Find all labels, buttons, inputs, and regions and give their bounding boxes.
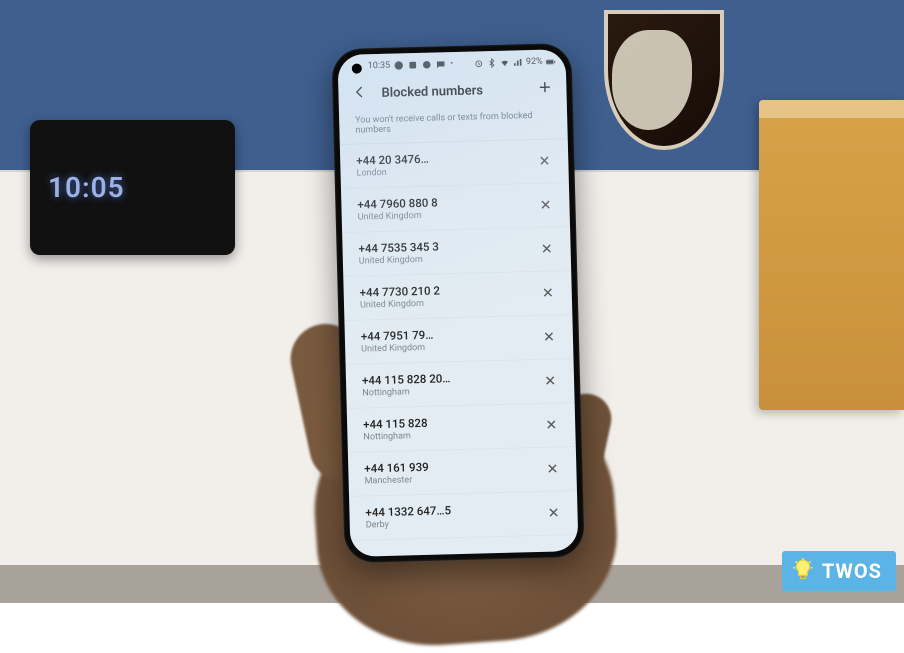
blocked-location: Nottingham	[363, 431, 428, 443]
page-title: Blocked numbers	[381, 82, 523, 101]
blocked-location: United Kingdom	[359, 254, 440, 266]
status-more-dot: •	[450, 59, 453, 69]
wifi-icon	[500, 58, 510, 68]
blocked-location: United Kingdom	[358, 210, 439, 222]
blocked-row: +44 7960 880 8United Kingdom ✕	[341, 183, 570, 233]
photo-scene: 10:05 10:35 •	[0, 0, 904, 603]
alarm-icon	[474, 58, 484, 68]
remove-number-button[interactable]: ✕	[537, 193, 553, 217]
remove-number-button[interactable]: ✕	[536, 149, 552, 173]
remove-number-button[interactable]: ✕	[547, 544, 563, 557]
smart-display-clock: 10:05	[48, 171, 125, 204]
blocked-row: +44 20 3476…London ✕	[340, 139, 569, 189]
blocked-number: +44 7535 345 3	[358, 239, 439, 255]
blocked-number: +44 115 828	[363, 416, 428, 432]
phone-screen[interactable]: 10:35 • 92%	[337, 49, 578, 557]
blocked-row: +44 115 828Nottingham ✕	[347, 403, 576, 453]
blocked-row: +44 7535 345 3United Kingdom ✕	[342, 227, 571, 277]
watermark-text: TWOS	[822, 559, 882, 583]
blocked-number: +44 7951 79…	[361, 328, 434, 344]
smart-display-device: 10:05	[30, 120, 235, 255]
blocked-location: United Kingdom	[360, 298, 441, 310]
whatsapp-icon	[422, 60, 432, 70]
message-icon	[436, 59, 446, 69]
telegram-icon	[394, 60, 404, 70]
blocked-row: +44 1332 647…5Derby ✕	[349, 491, 578, 541]
facebook-icon	[408, 60, 418, 70]
battery-icon	[546, 56, 556, 66]
screen-header: Blocked numbers	[338, 73, 567, 114]
blocked-list[interactable]: +44 20 3476…London ✕ +44 7960 880 8Unite…	[340, 139, 579, 557]
blocked-location: London	[356, 167, 429, 179]
add-number-button[interactable]	[537, 79, 552, 98]
remove-number-button[interactable]: ✕	[543, 413, 559, 437]
back-button[interactable]	[352, 84, 367, 103]
blocked-row: +44 7951 79…United Kingdom ✕	[344, 315, 573, 365]
blocked-row: +44 161 939Manchester ✕	[348, 447, 577, 497]
lightbulb-icon	[790, 558, 816, 584]
blocked-number: +44 161 939	[364, 460, 429, 476]
blocked-number: +44 7960 880 8	[357, 195, 438, 211]
status-time: 10:35	[368, 61, 391, 72]
wooden-cabinet	[759, 100, 904, 410]
bluetooth-icon	[487, 58, 497, 68]
blocked-location: United Kingdom	[361, 343, 434, 355]
blocked-location: Derby	[366, 518, 452, 530]
watermark-badge: TWOS	[782, 551, 896, 591]
smartphone: 10:35 • 92%	[331, 43, 584, 563]
blocked-number: +44 20 3476…	[356, 152, 429, 168]
blocked-row: +44 7730 210 2United Kingdom ✕	[343, 271, 572, 321]
blocked-number: +44 115 828 20…	[362, 371, 451, 387]
guitar	[594, 0, 744, 160]
remove-number-button[interactable]: ✕	[545, 501, 561, 525]
remove-number-button[interactable]: ✕	[540, 281, 556, 305]
remove-number-button[interactable]: ✕	[544, 457, 560, 481]
blocked-row: +44 115 828 20…Nottingham ✕	[346, 359, 575, 409]
blocked-number: …25666	[367, 553, 408, 557]
blocked-number: +44 1332 647…5	[365, 503, 451, 519]
remove-number-button[interactable]: ✕	[541, 325, 557, 349]
battery-percent: 92%	[526, 57, 543, 67]
remove-number-button[interactable]: ✕	[539, 237, 555, 261]
remove-number-button[interactable]: ✕	[542, 369, 558, 393]
signal-icon	[513, 57, 523, 67]
blocked-location: Nottingham	[362, 386, 451, 398]
blocked-number: +44 7730 210 2	[360, 283, 441, 299]
blocked-location: Manchester	[365, 475, 430, 487]
